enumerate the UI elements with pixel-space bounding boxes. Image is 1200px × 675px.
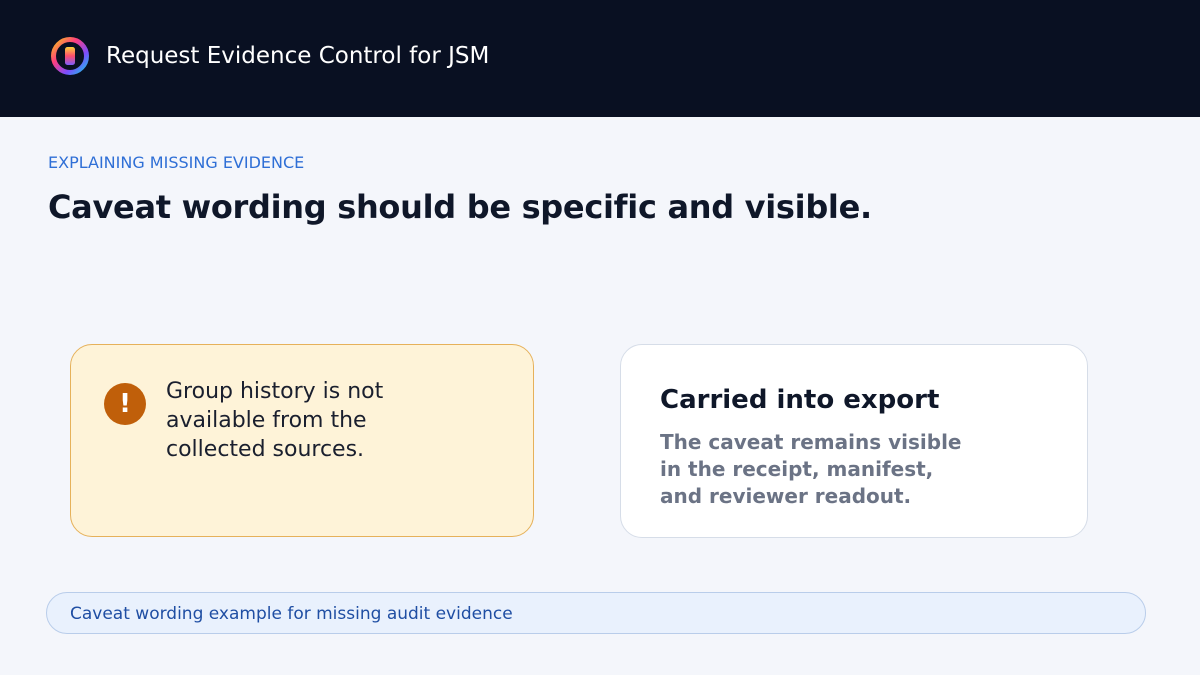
info-card-title: Carried into export: [660, 385, 940, 415]
app-logo-icon: [51, 37, 89, 75]
caption-pill: Caveat wording example for missing audit…: [46, 592, 1146, 634]
info-card-body: The caveat remains visible in the receip…: [660, 430, 962, 508]
warning-message: Group history is not available from the …: [166, 379, 384, 462]
caption-text: Caveat wording example for missing audit…: [70, 604, 513, 624]
warning-card: ! Group history is not available from th…: [70, 344, 534, 537]
header-bar: Request Evidence Control for JSM: [0, 0, 1200, 117]
page-title: Caveat wording should be specific and vi…: [48, 188, 872, 226]
exclamation-icon: !: [104, 383, 146, 425]
info-card: Carried into export The caveat remains v…: [620, 344, 1088, 538]
section-eyebrow: EXPLAINING MISSING EVIDENCE: [48, 153, 305, 172]
app-title: Request Evidence Control for JSM: [106, 43, 490, 69]
